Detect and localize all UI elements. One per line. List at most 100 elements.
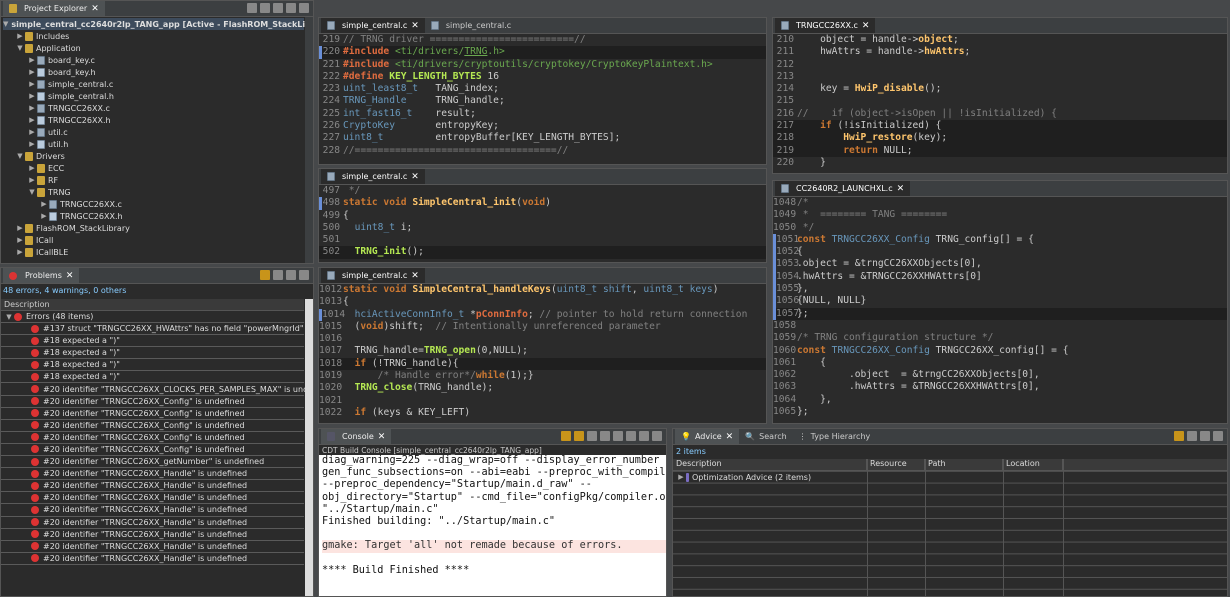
- tree-item[interactable]: ▶ Includes: [3, 30, 304, 42]
- scrollbar[interactable]: [305, 17, 313, 263]
- twisty-icon[interactable]: ▼: [3, 20, 8, 28]
- close-icon[interactable]: ✕: [411, 271, 419, 281]
- twisty-icon[interactable]: ▼: [15, 44, 25, 52]
- tree-item[interactable]: ▶ TRNGCC26XX.h: [3, 210, 304, 222]
- view-menu-icon[interactable]: [273, 270, 283, 280]
- tab-simple-central-c[interactable]: simple_central.c ✕: [321, 18, 425, 33]
- problem-row[interactable]: #18 expected a ")": [1, 335, 304, 348]
- problem-row[interactable]: #20 identifier "TRNGCC26XX_getNumber" is…: [1, 456, 304, 469]
- close-icon[interactable]: ✕: [66, 271, 74, 281]
- twisty-icon[interactable]: ▶: [27, 140, 37, 148]
- problem-row[interactable]: #20 identifier "TRNGCC26XX_Config" is un…: [1, 396, 304, 408]
- tree-item[interactable]: ▶ ICallBLE: [3, 246, 304, 258]
- errors-group[interactable]: ▼ Errors (48 items): [1, 311, 304, 323]
- console-output[interactable]: diag_warning=225 --diag_wrap=off --displ…: [319, 455, 666, 596]
- minimize-icon[interactable]: [639, 431, 649, 441]
- twisty-icon[interactable]: ▶: [27, 56, 37, 64]
- tab-problems[interactable]: Problems ✕: [3, 268, 80, 283]
- problem-row[interactable]: #20 identifier "TRNGCC26XX_CLOCKS_PER_SA…: [1, 383, 313, 396]
- code-area[interactable]: 1048/* 1049 * ======== TANG ======== 105…: [773, 197, 1227, 423]
- twisty-icon[interactable]: ▶: [27, 128, 37, 136]
- maximize-icon[interactable]: [652, 431, 662, 441]
- column-header-description[interactable]: Description: [1, 299, 304, 311]
- close-icon[interactable]: ✕: [897, 184, 905, 194]
- tree-item[interactable]: ▶ ECC: [3, 162, 304, 174]
- tree-item[interactable]: ▶ TRNGCC26XX.c: [3, 198, 304, 210]
- code-area[interactable]: 219// TRNG driver ======================…: [319, 34, 766, 164]
- code-area[interactable]: 210 object = handle->object; 211 hwAttrs…: [773, 34, 1227, 173]
- tree-item[interactable]: ▼ Application: [3, 42, 304, 54]
- twisty-icon[interactable]: ▶: [15, 248, 25, 256]
- tree-item[interactable]: ▶ board_key.h: [3, 66, 304, 78]
- problem-row[interactable]: #20 identifier "TRNGCC26XX_Handle" is un…: [1, 529, 304, 541]
- tree-item[interactable]: ▶ board_key.c: [3, 54, 304, 66]
- column-header-description[interactable]: Description: [673, 459, 867, 470]
- display-console-icon[interactable]: [613, 431, 623, 441]
- maximize-icon[interactable]: [299, 270, 309, 280]
- tab-cc2640r2-launchxl-c[interactable]: CC2640R2_LAUNCHXL.c ✕: [775, 181, 911, 196]
- problem-row[interactable]: #18 expected a ")": [1, 371, 304, 384]
- twisty-icon[interactable]: ▼: [4, 313, 14, 321]
- code-area[interactable]: 497 */ 498 static void SimpleCentral_init…: [319, 185, 766, 262]
- minimize-icon[interactable]: [286, 270, 296, 280]
- tree-item[interactable]: ▶ simple_central.c: [3, 78, 304, 90]
- close-icon[interactable]: ✕: [411, 21, 419, 31]
- column-header-location[interactable]: Location: [1003, 459, 1063, 470]
- tree-item[interactable]: ▼ TRNG: [3, 186, 304, 198]
- view-menu-icon[interactable]: [1187, 431, 1197, 441]
- twisty-icon[interactable]: ▶: [27, 176, 37, 184]
- problem-row[interactable]: #20 identifier "TRNGCC26XX_Handle" is un…: [1, 480, 304, 493]
- tab-project-explorer[interactable]: Project Explorer ✕: [3, 1, 105, 16]
- problem-row[interactable]: #20 identifier "TRNGCC26XX_Config" is un…: [1, 432, 304, 444]
- twisty-icon[interactable]: ▶: [27, 68, 37, 76]
- minimize-icon[interactable]: [286, 3, 296, 13]
- twisty-icon[interactable]: ▶: [27, 92, 37, 100]
- problem-row[interactable]: #20 identifier "TRNGCC26XX_Config" is un…: [1, 444, 304, 457]
- twisty-icon[interactable]: ▶: [39, 212, 49, 220]
- pin-icon[interactable]: [574, 431, 584, 441]
- column-header-resource[interactable]: Resource: [867, 459, 925, 470]
- tree-item[interactable]: ▶ TRNGCC26XX.c: [3, 102, 304, 114]
- twisty-icon[interactable]: ▶: [676, 473, 686, 481]
- problem-row[interactable]: #20 identifier "TRNGCC26XX_Handle" is un…: [1, 517, 304, 529]
- view-menu-icon[interactable]: [273, 3, 283, 13]
- problem-row[interactable]: #18 expected a ")": [1, 359, 304, 372]
- twisty-icon[interactable]: ▶: [39, 200, 49, 208]
- problem-row[interactable]: #20 identifier "TRNGCC26XX_Handle" is un…: [1, 504, 304, 517]
- maximize-icon[interactable]: [1213, 431, 1223, 441]
- tree-item[interactable]: ▶ simple_central.h: [3, 90, 304, 102]
- tree-item[interactable]: ▶ TRNGCC26XX.h: [3, 114, 304, 126]
- tree-item[interactable]: ▶ FlashROM_StackLibrary: [3, 222, 304, 234]
- tab-type-hierarchy[interactable]: ⋮ Type Hierarchy: [793, 429, 877, 444]
- collapse-all-icon[interactable]: [247, 3, 257, 13]
- close-icon[interactable]: ✕: [378, 432, 386, 442]
- twisty-icon[interactable]: ▶: [27, 104, 37, 112]
- twisty-icon[interactable]: ▶: [15, 224, 25, 232]
- problem-row[interactable]: #20 identifier "TRNGCC26XX_Handle" is un…: [1, 553, 304, 565]
- problem-row[interactable]: #137 struct "TRNGCC26XX_HWAttrs" has no …: [1, 323, 304, 336]
- problem-row[interactable]: #18 expected a ")": [1, 347, 304, 360]
- tab-trngcc26xx-c[interactable]: TRNGCC26XX.c ✕: [775, 18, 876, 33]
- problem-row[interactable]: #20 identifier "TRNGCC26XX_Handle" is un…: [1, 541, 304, 553]
- open-console-icon[interactable]: [626, 431, 636, 441]
- minimize-icon[interactable]: [1200, 431, 1210, 441]
- problem-row[interactable]: #20 identifier "TRNGCC26XX_Config" is un…: [1, 408, 304, 420]
- tab-simple-central-c[interactable]: simple_central.c ✕: [321, 268, 425, 283]
- close-icon[interactable]: ✕: [411, 172, 419, 182]
- clear-console-icon[interactable]: [587, 431, 597, 441]
- tab-console[interactable]: Console ✕: [321, 429, 392, 444]
- twisty-icon[interactable]: ▶: [15, 32, 25, 40]
- problem-row[interactable]: #20 identifier "TRNGCC26XX_Config" is un…: [1, 420, 304, 432]
- tree-item[interactable]: ▼ simple_central_cc2640r2lp_TANG_app [Act…: [3, 18, 313, 30]
- tree-item[interactable]: ▶ ICall: [3, 234, 304, 246]
- link-editor-icon[interactable]: [260, 3, 270, 13]
- twisty-icon[interactable]: ▶: [27, 116, 37, 124]
- tree-item[interactable]: ▶ util.c: [3, 126, 304, 138]
- problem-row[interactable]: #20 identifier "TRNGCC26XX_Handle" is un…: [1, 492, 304, 505]
- advice-row[interactable]: ▶ Optimization Advice (2 items): [673, 471, 1227, 483]
- twisty-icon[interactable]: ▼: [27, 188, 37, 196]
- twisty-icon[interactable]: ▶: [15, 236, 25, 244]
- arrow-icon[interactable]: [1174, 431, 1184, 441]
- problem-row[interactable]: #20 identifier "TRNGCC26XX_Handle" is un…: [1, 468, 304, 481]
- twisty-icon[interactable]: ▶: [27, 164, 37, 172]
